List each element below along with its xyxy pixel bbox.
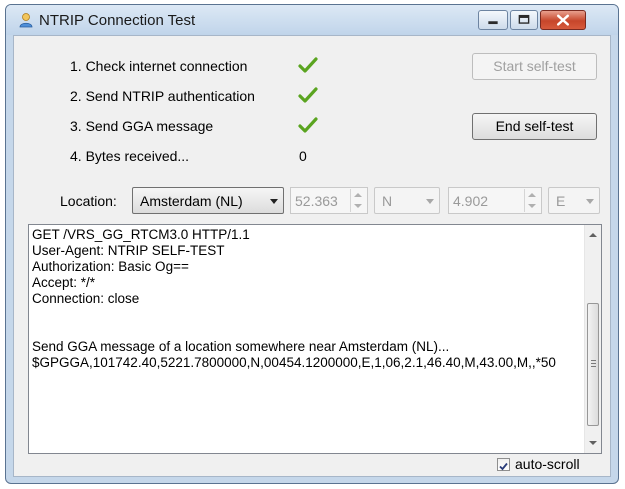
scrollbar-thumb[interactable] <box>587 303 599 426</box>
step-label-authentication: 2. Send NTRIP authentication <box>70 88 255 104</box>
chevron-down-icon <box>270 199 278 204</box>
checkbox-check-icon <box>499 462 508 471</box>
step-label-gga: 3. Send GGA message <box>70 118 214 134</box>
latitude-hemisphere: N <box>382 193 393 209</box>
bytes-received-value: 0 <box>299 148 307 164</box>
maximize-button[interactable] <box>510 10 538 30</box>
step-label-bytes: 4. Bytes received... <box>70 148 190 164</box>
longitude-spin-buttons[interactable] <box>524 189 540 212</box>
end-self-test-button[interactable]: End self-test <box>472 113 597 140</box>
latitude-hemisphere-dropdown[interactable]: N <box>374 187 440 214</box>
location-dropdown[interactable]: Amsterdam (NL) <box>132 187 284 214</box>
longitude-spinner[interactable]: 4.902 <box>448 187 542 214</box>
close-icon <box>556 14 570 26</box>
grip-line <box>591 360 596 361</box>
spin-up-icon[interactable] <box>528 193 536 197</box>
maximize-icon <box>518 14 530 24</box>
grip-line <box>591 366 596 367</box>
log-text: GET /VRS_GG_RTCM3.0 HTTP/1.1 User-Agent:… <box>32 227 556 370</box>
autoscroll-checkbox[interactable] <box>497 458 510 471</box>
scroll-up-icon[interactable] <box>589 233 597 237</box>
checkmark-icon <box>298 87 318 103</box>
user-icon <box>19 13 33 28</box>
minimize-icon <box>488 21 498 25</box>
latitude-spinner[interactable]: 52.363 <box>290 187 368 214</box>
latitude-value: 52.363 <box>295 193 338 209</box>
title-bar[interactable]: NTRIP Connection Test <box>6 5 618 35</box>
grip-line <box>591 363 596 364</box>
start-self-test-button[interactable]: Start self-test <box>472 53 597 80</box>
longitude-value: 4.902 <box>453 193 489 209</box>
minimize-button[interactable] <box>478 10 508 30</box>
close-button[interactable] <box>540 10 586 30</box>
autoscroll-label: auto-scroll <box>515 456 580 472</box>
chevron-down-icon <box>426 199 434 204</box>
spin-down-icon[interactable] <box>528 204 536 208</box>
location-selected: Amsterdam (NL) <box>140 193 243 209</box>
location-label: Location: <box>60 193 117 209</box>
log-output[interactable]: GET /VRS_GG_RTCM3.0 HTTP/1.1 User-Agent:… <box>28 224 602 454</box>
checkmark-icon <box>298 117 318 133</box>
longitude-hemisphere-dropdown[interactable]: E <box>548 187 600 214</box>
longitude-hemisphere: E <box>556 193 566 209</box>
spin-down-icon[interactable] <box>354 204 362 208</box>
log-scrollbar[interactable] <box>584 225 601 453</box>
checkmark-icon <box>298 57 318 73</box>
window-title: NTRIP Connection Test <box>39 12 196 29</box>
chevron-down-icon <box>586 199 594 204</box>
spin-up-icon[interactable] <box>354 193 362 197</box>
latitude-spin-buttons[interactable] <box>350 189 366 212</box>
step-label-internet: 1. Check internet connection <box>70 58 248 74</box>
scroll-down-icon[interactable] <box>589 441 597 445</box>
